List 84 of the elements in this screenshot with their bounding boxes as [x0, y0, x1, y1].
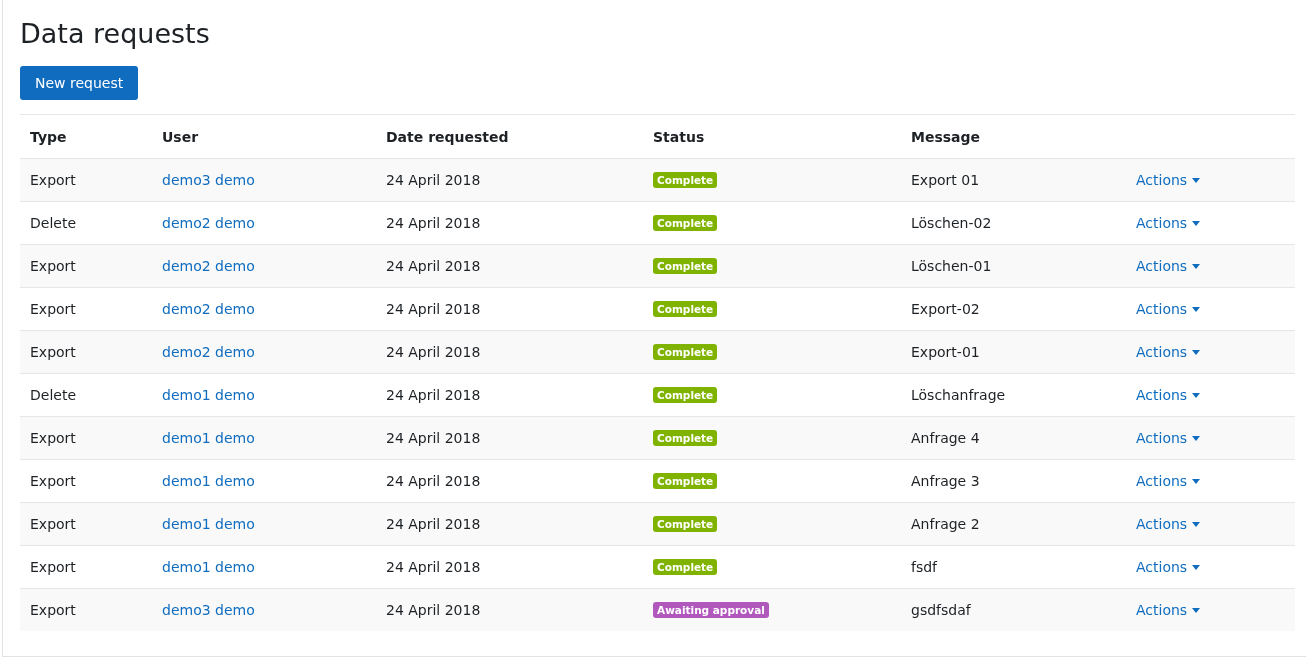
type-cell-text: Delete — [30, 215, 77, 231]
actions-menu[interactable]: Actions — [1136, 473, 1201, 489]
type-cell-text: Export — [30, 559, 77, 575]
actions-menu[interactable]: Actions — [1136, 602, 1201, 618]
column-header: Status — [653, 128, 706, 145]
caret-icon — [1192, 521, 1201, 527]
caret-icon — [1192, 392, 1201, 398]
type-cell-text: Export — [30, 602, 77, 618]
actions-menu[interactable]: Actions — [1136, 387, 1201, 403]
type-cell-text: Export — [30, 258, 77, 274]
message-cell-text: Anfrage 3 — [911, 473, 981, 489]
actions-menu[interactable]: Actions — [1136, 559, 1201, 575]
date-cell-text: 24 April 2018 — [386, 387, 482, 403]
user-link[interactable]: demo2 demo — [162, 344, 255, 360]
status-badge: Complete — [653, 430, 718, 446]
date-cell-text: 24 April 2018 — [386, 559, 482, 575]
user-link[interactable]: demo3 demo — [162, 602, 255, 618]
message-cell-text: Export-01 — [911, 344, 981, 360]
type-cell-text: Delete — [30, 387, 77, 403]
message-cell-text: gsdfsdaf — [911, 602, 972, 618]
actions-menu[interactable]: Actions — [1136, 301, 1201, 317]
status-badge: Complete — [653, 215, 718, 231]
status-badge: Complete — [653, 172, 718, 188]
actions-menu[interactable]: Actions — [1136, 215, 1201, 231]
column-header: Date requested — [386, 128, 510, 145]
new-request-button[interactable]: New request — [20, 66, 139, 100]
actions-menu[interactable]: Actions — [1136, 258, 1201, 274]
actions-menu[interactable]: Actions — [1136, 516, 1201, 532]
type-cell-text: Export — [30, 301, 77, 317]
date-cell-text: 24 April 2018 — [386, 430, 482, 446]
user-link[interactable]: demo1 demo — [162, 559, 255, 575]
message-cell-text: Anfrage 2 — [911, 516, 981, 532]
caret-icon — [1192, 349, 1201, 355]
status-badge: Awaiting approval — [653, 602, 769, 618]
user-link[interactable]: demo2 demo — [162, 301, 255, 317]
caret-icon — [1192, 607, 1201, 613]
date-cell-text: 24 April 2018 — [386, 172, 482, 188]
caret-icon — [1192, 263, 1201, 269]
message-cell-text: fsdf — [911, 559, 939, 575]
status-badge: Complete — [653, 387, 718, 403]
message-cell-text: Löschen-02 — [911, 215, 993, 231]
type-cell-text: Export — [30, 430, 77, 446]
status-badge: Complete — [653, 516, 718, 532]
message-cell-text: Anfrage 4 — [911, 430, 981, 446]
date-cell-text: 24 April 2018 — [386, 473, 482, 489]
user-link[interactable]: demo1 demo — [162, 473, 255, 489]
user-link[interactable]: demo1 demo — [162, 516, 255, 532]
user-link[interactable]: demo2 demo — [162, 215, 255, 231]
caret-icon — [1192, 306, 1201, 312]
user-link[interactable]: demo1 demo — [162, 387, 255, 403]
status-badge: Complete — [653, 473, 718, 489]
caret-icon — [1192, 220, 1201, 226]
date-cell-text: 24 April 2018 — [386, 215, 482, 231]
date-cell-text: 24 April 2018 — [386, 258, 482, 274]
caret-icon — [1192, 177, 1201, 183]
date-cell-text: 24 April 2018 — [386, 344, 482, 360]
caret-icon — [1192, 478, 1201, 484]
caret-icon — [1192, 564, 1201, 570]
page-title: Data requests — [20, 17, 211, 51]
date-cell-text: 24 April 2018 — [386, 602, 482, 618]
column-header: Message — [911, 128, 982, 145]
type-cell-text: Export — [30, 172, 77, 188]
status-badge: Complete — [653, 301, 718, 317]
message-cell-text: Löschanfrage — [911, 387, 1007, 403]
user-link[interactable]: demo3 demo — [162, 172, 255, 188]
actions-menu[interactable]: Actions — [1136, 430, 1201, 446]
user-link[interactable]: demo2 demo — [162, 258, 255, 274]
actions-menu[interactable]: Actions — [1136, 172, 1201, 188]
actions-menu[interactable]: Actions — [1136, 344, 1201, 360]
column-header: User — [162, 128, 200, 145]
message-cell-text: Export 01 — [911, 172, 981, 188]
status-badge: Complete — [653, 344, 718, 360]
type-cell-text: Export — [30, 344, 77, 360]
type-cell-text: Export — [30, 473, 77, 489]
message-cell-text: Export-02 — [911, 301, 981, 317]
caret-icon — [1192, 435, 1201, 441]
date-cell-text: 24 April 2018 — [386, 301, 482, 317]
message-cell-text: Löschen-01 — [911, 258, 993, 274]
type-cell-text: Export — [30, 516, 77, 532]
user-link[interactable]: demo1 demo — [162, 430, 255, 446]
status-badge: Complete — [653, 258, 718, 274]
column-header: Type — [30, 128, 68, 145]
status-badge: Complete — [653, 559, 718, 575]
date-cell-text: 24 April 2018 — [386, 516, 482, 532]
